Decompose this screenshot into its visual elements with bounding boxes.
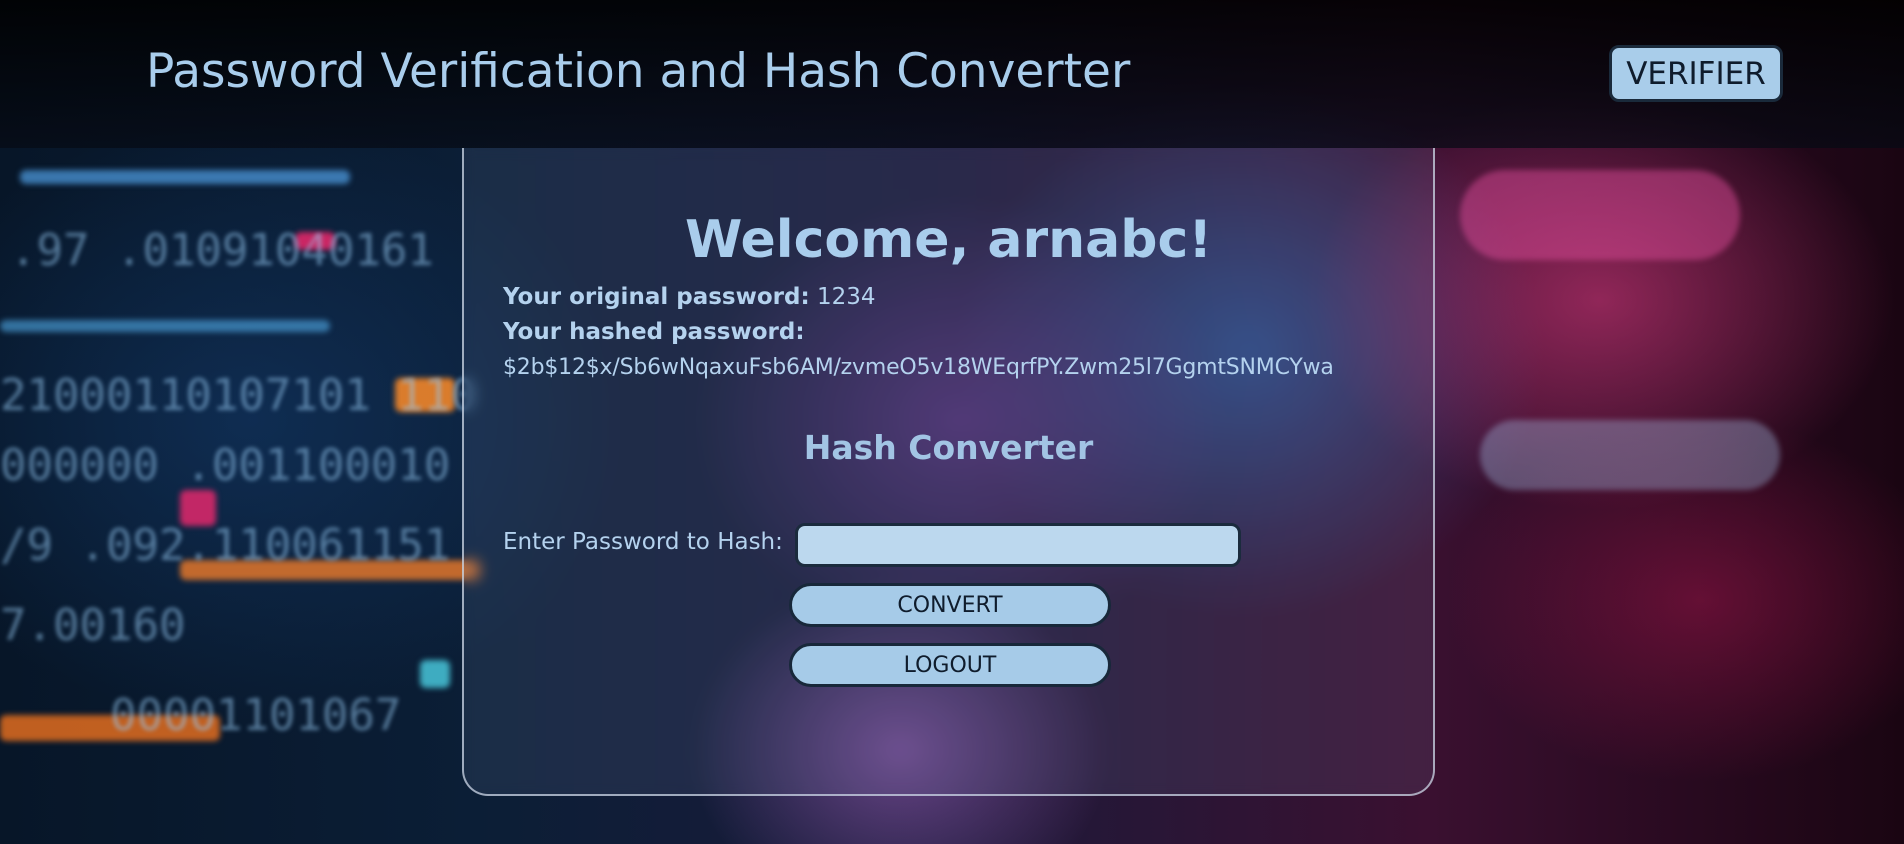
app-title: Password Verification and Hash Converter	[146, 44, 1131, 99]
welcome-heading: Welcome, arnabc!	[684, 210, 1213, 270]
convert-button[interactable]: CONVERT	[789, 583, 1111, 627]
verifier-button[interactable]: VERIFIER	[1609, 45, 1783, 102]
logout-button[interactable]: LOGOUT	[789, 643, 1111, 687]
hashed-password-label: Your hashed password:	[503, 319, 805, 345]
hash-input-label: Enter Password to Hash:	[503, 529, 783, 555]
original-password-value: 1234	[816, 284, 876, 310]
original-password-label: Your original password:	[503, 284, 810, 310]
hashed-password-value: $2b$12$x/Sb6wNqaxuFsb6AM/zvmeO5v18WEqrfP…	[503, 355, 1334, 380]
hash-converter-title: Hash Converter	[803, 428, 1094, 467]
original-password-row: Your original password: 1234	[503, 284, 876, 310]
hashed-password-label-text: Your hashed password:	[503, 319, 805, 345]
dashboard-card: Welcome, arnabc! Your original password:…	[462, 148, 1435, 796]
hash-password-input[interactable]	[795, 523, 1241, 567]
top-header: Password Verification and Hash Converter…	[0, 0, 1904, 148]
